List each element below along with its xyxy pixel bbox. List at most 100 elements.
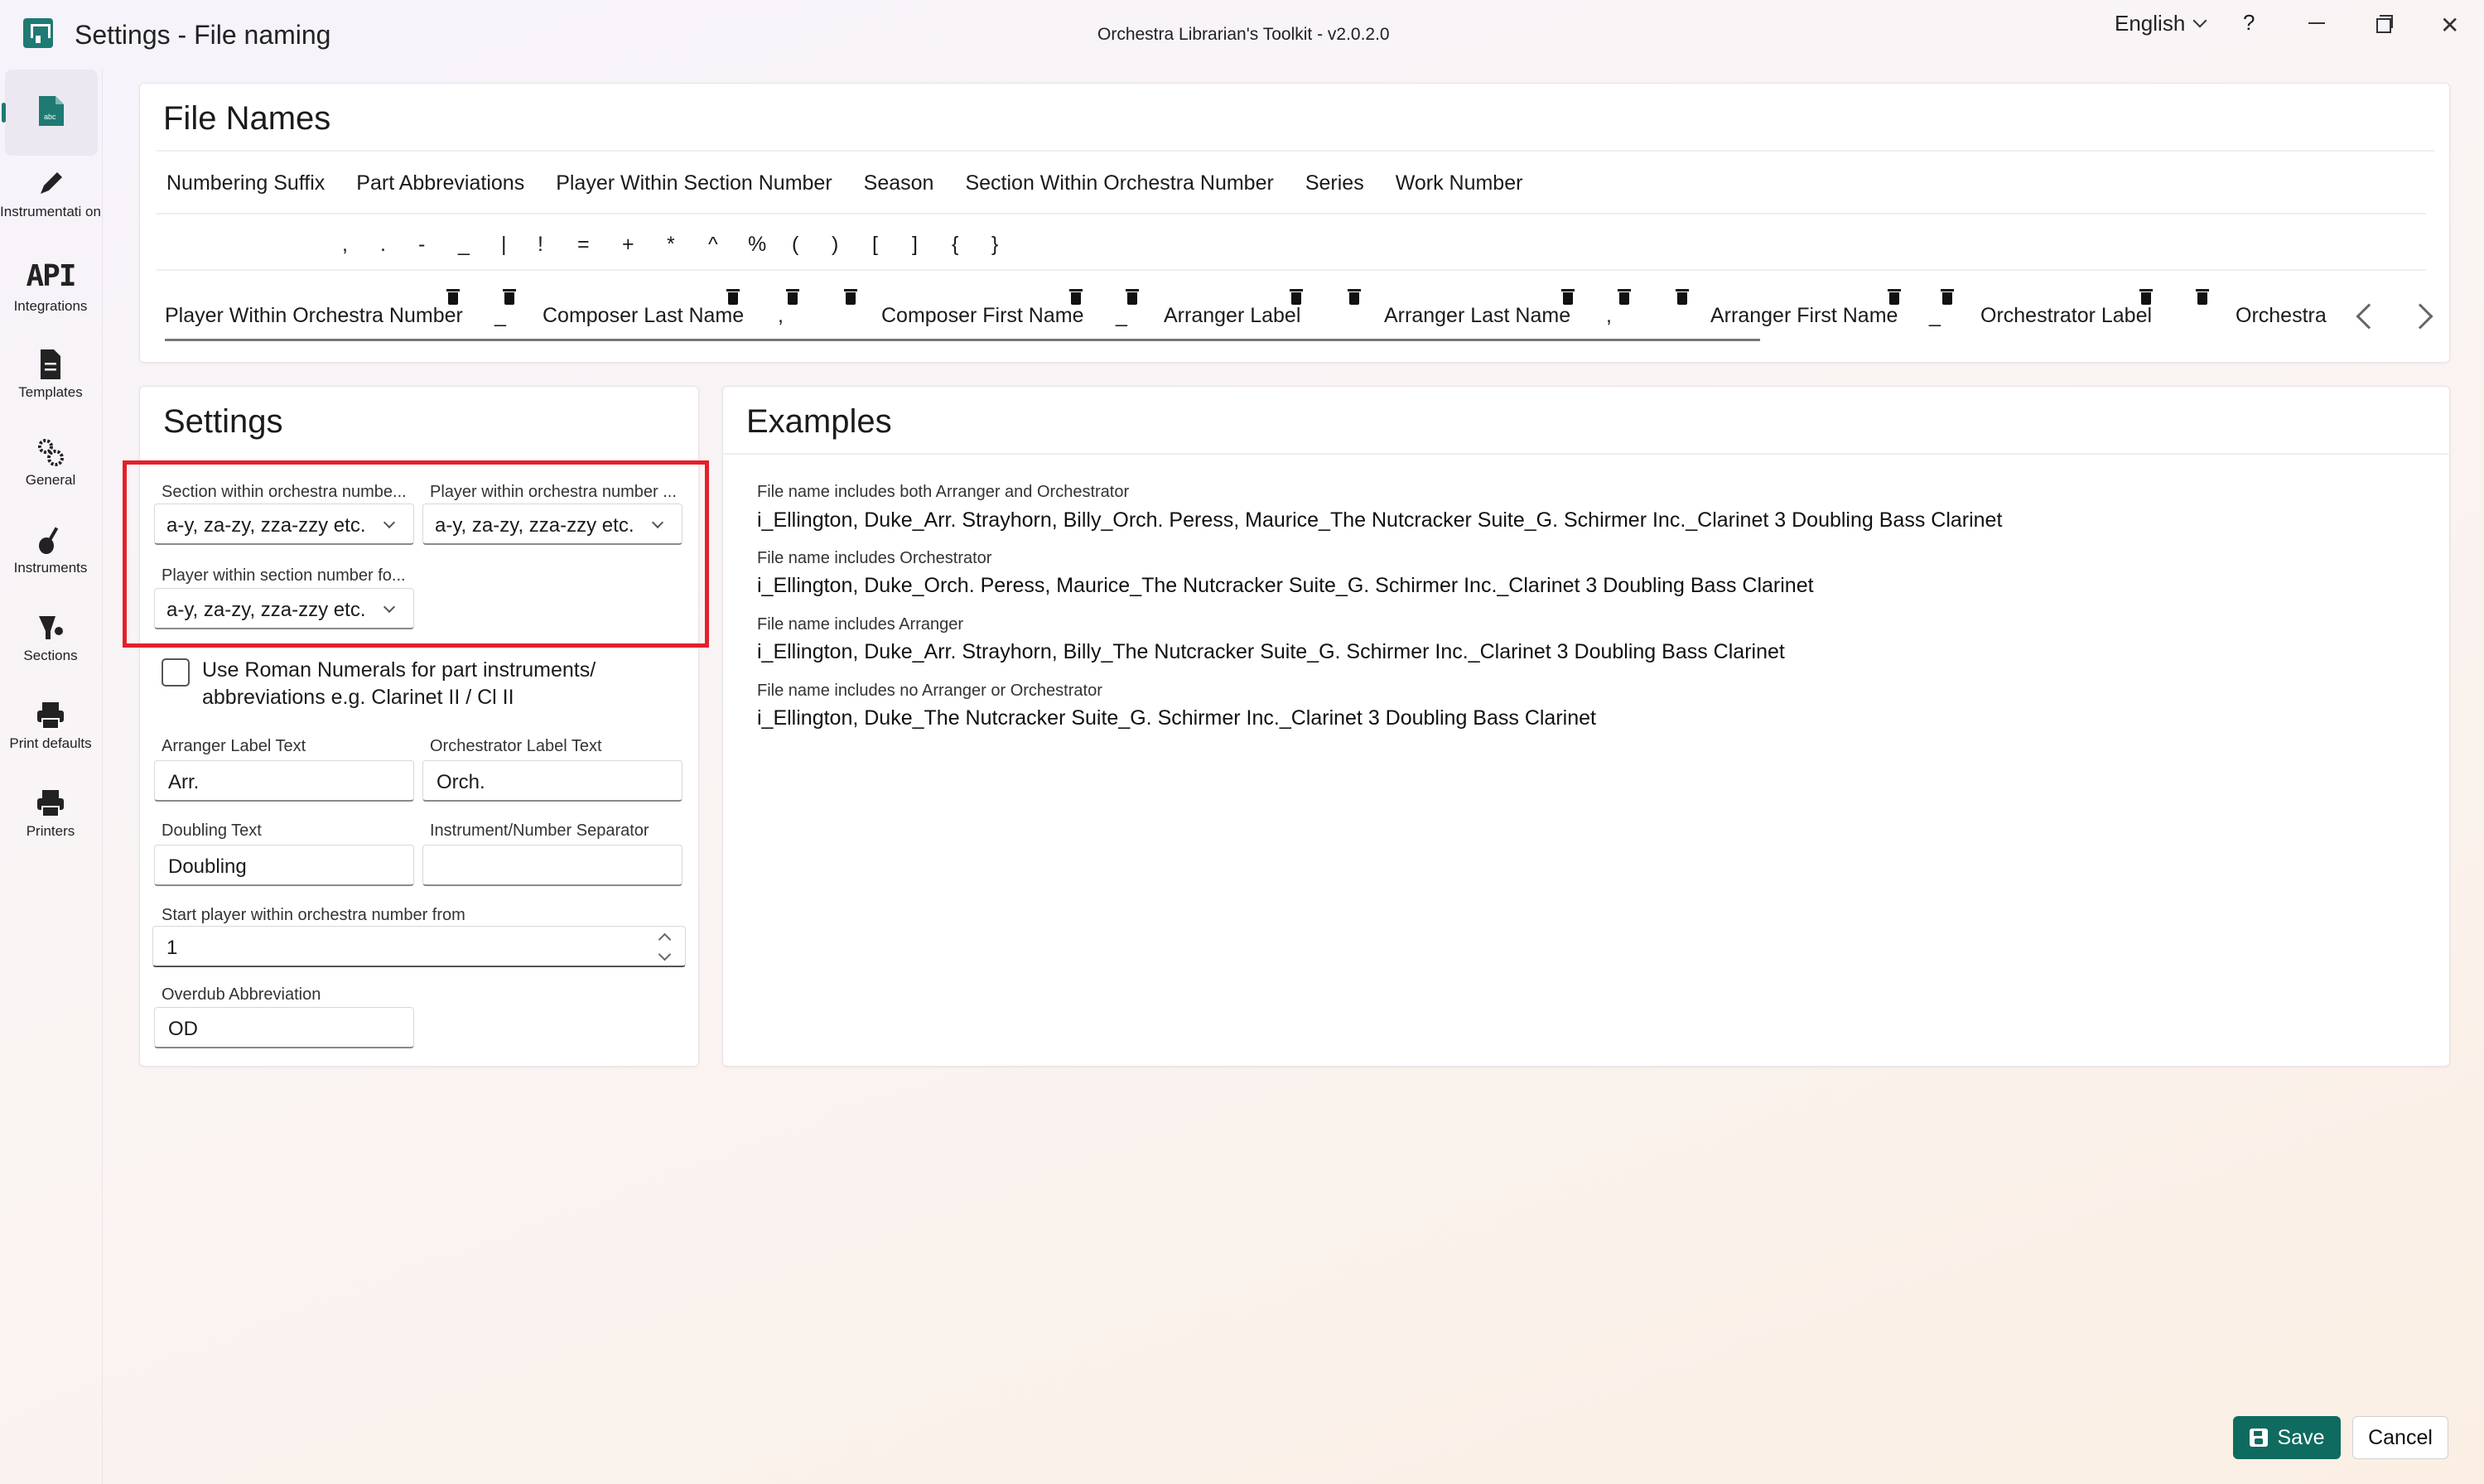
symbol-token[interactable]: % <box>748 233 766 257</box>
symbol-token[interactable]: } <box>991 233 998 257</box>
symbol-token[interactable]: { <box>952 233 958 257</box>
example-label: File name includes Orchestrator <box>757 549 992 567</box>
symbol-token[interactable]: , <box>342 233 348 257</box>
doubling-text-title: Doubling Text <box>162 822 262 840</box>
symbol-token[interactable]: . <box>380 233 386 257</box>
language-selector[interactable]: English <box>2115 11 2207 36</box>
sidebar-item-general[interactable]: General <box>0 436 101 489</box>
symbol-token[interactable]: [ <box>872 233 878 257</box>
roman-numerals-checkbox[interactable] <box>162 658 190 687</box>
token-part-abbreviations[interactable]: Part Abbreviations <box>356 171 524 195</box>
segment-composer-last-name[interactable]: Composer Last Name <box>543 304 744 328</box>
token-work-number[interactable]: Work Number <box>1396 171 1523 195</box>
minimize-button[interactable] <box>2308 22 2325 24</box>
chevron-left-icon[interactable] <box>2356 303 2382 330</box>
symbol-token[interactable]: ) <box>832 233 838 257</box>
spin-down-icon[interactable] <box>658 947 672 961</box>
segment-comma[interactable]: , <box>778 304 784 328</box>
symbol-token[interactable]: ] <box>912 233 918 257</box>
trash-icon[interactable] <box>1676 289 1689 305</box>
symbol-token[interactable]: ! <box>538 233 543 257</box>
restore-button[interactable] <box>2376 15 2393 33</box>
trash-icon[interactable] <box>1348 289 1361 305</box>
segment-player-within-orchestra-number[interactable]: Player Within Orchestra Number <box>165 304 463 328</box>
trash-icon[interactable] <box>1290 289 1303 305</box>
trash-icon[interactable] <box>1888 289 1901 305</box>
segment-arranger-label[interactable]: Arranger Label <box>1164 304 1300 328</box>
symbol-token[interactable]: _ <box>458 233 470 257</box>
segment-underscore[interactable]: _ <box>1116 304 1127 328</box>
trash-icon[interactable] <box>1618 289 1631 305</box>
token-season[interactable]: Season <box>864 171 934 195</box>
arranger-label-input[interactable]: Arr. <box>154 760 414 802</box>
separator-input[interactable] <box>422 845 682 886</box>
segment-arranger-first-name[interactable]: Arranger First Name <box>1710 304 1898 328</box>
api-icon: API <box>26 259 76 293</box>
symbol-token[interactable]: ^ <box>708 233 718 257</box>
trash-icon[interactable] <box>726 289 740 305</box>
chevron-down-icon <box>2192 13 2207 27</box>
spin-up-icon[interactable] <box>658 932 672 947</box>
trash-icon[interactable] <box>844 289 857 305</box>
overdub-input[interactable]: OD <box>154 1007 414 1048</box>
timpani-icon <box>39 616 63 639</box>
sidebar-item-instrumentation[interactable]: Instrumentati on <box>0 167 101 220</box>
example-label: File name includes both Arranger and Orc… <box>757 483 1130 501</box>
trash-icon[interactable] <box>446 289 460 305</box>
sidebar-item-printers[interactable]: Printers <box>0 787 101 840</box>
trash-icon[interactable] <box>2139 289 2153 305</box>
highlight-box <box>123 460 709 648</box>
token-player-within-section-number[interactable]: Player Within Section Number <box>556 171 832 195</box>
trash-icon[interactable] <box>2196 289 2209 305</box>
symbol-token[interactable]: ( <box>792 233 798 257</box>
gears-icon <box>38 439 64 466</box>
segment-comma[interactable]: , <box>1606 304 1612 328</box>
example-value: i_Ellington, Duke_Arr. Strayhorn, Billy_… <box>757 508 2003 532</box>
token-series[interactable]: Series <box>1305 171 1364 195</box>
chevron-right-icon[interactable] <box>2407 303 2433 330</box>
close-button[interactable]: ✕ <box>2440 12 2459 39</box>
save-label: Save <box>2277 1425 2325 1449</box>
symbol-token[interactable]: + <box>622 233 634 257</box>
segment-orchestrator-label[interactable]: Orchestrator Label <box>1980 304 2152 328</box>
overdub-title: Overdub Abbreviation <box>162 985 321 1004</box>
trash-icon[interactable] <box>786 289 799 305</box>
sidebar-item-file-naming[interactable]: abc <box>2 70 98 156</box>
sidebar-item-templates[interactable]: Templates <box>0 348 101 401</box>
symbol-token[interactable]: = <box>577 233 590 257</box>
segment-composer-first-name[interactable]: Composer First Name <box>881 304 1084 328</box>
symbol-token[interactable]: - <box>418 233 425 257</box>
segment-underscore[interactable]: _ <box>494 304 506 328</box>
example-label: File name includes Arranger <box>757 615 964 634</box>
save-button[interactable]: Save <box>2233 1416 2341 1459</box>
trash-icon[interactable] <box>503 289 516 305</box>
segment-underscore[interactable]: _ <box>1929 304 1941 328</box>
sidebar-item-print-defaults[interactable]: Print defaults <box>0 699 101 752</box>
symbol-token[interactable]: * <box>667 233 675 257</box>
app-title: Orchestra Librarian's Toolkit - v2.0.2.0 <box>1097 25 1390 44</box>
pen-icon <box>41 172 62 194</box>
symbol-token[interactable]: | <box>501 233 507 257</box>
sidebar-item-label: Integrations <box>13 298 88 314</box>
divider <box>157 150 2434 152</box>
orchestrator-label-input[interactable]: Orch. <box>422 760 682 802</box>
trash-icon[interactable] <box>1126 289 1139 305</box>
sidebar-item-label: Instruments <box>13 560 88 576</box>
examples-title: Examples <box>746 403 892 440</box>
start-player-input[interactable]: 1 <box>152 926 686 967</box>
cancel-button[interactable]: Cancel <box>2352 1416 2448 1459</box>
sidebar-item-label: Printers <box>26 823 75 839</box>
sidebar-item-instruments[interactable]: Instruments <box>0 523 101 576</box>
trash-icon[interactable] <box>1941 289 1954 305</box>
segment-orchestra[interactable]: Orchestra <box>2236 304 2327 328</box>
trash-icon[interactable] <box>1069 289 1083 305</box>
help-button[interactable]: ? <box>2243 10 2255 36</box>
horizontal-scrollbar[interactable] <box>165 339 1760 341</box>
segment-arranger-last-name[interactable]: Arranger Last Name <box>1384 304 1570 328</box>
trash-icon[interactable] <box>1561 289 1575 305</box>
token-section-within-orchestra-number[interactable]: Section Within Orchestra Number <box>965 171 1273 195</box>
sidebar-item-integrations[interactable]: API Integrations <box>0 260 101 315</box>
doubling-text-input[interactable]: Doubling <box>154 845 414 886</box>
sidebar-item-sections[interactable]: Sections <box>0 611 101 664</box>
token-numbering-suffix[interactable]: Numbering Suffix <box>166 171 325 195</box>
